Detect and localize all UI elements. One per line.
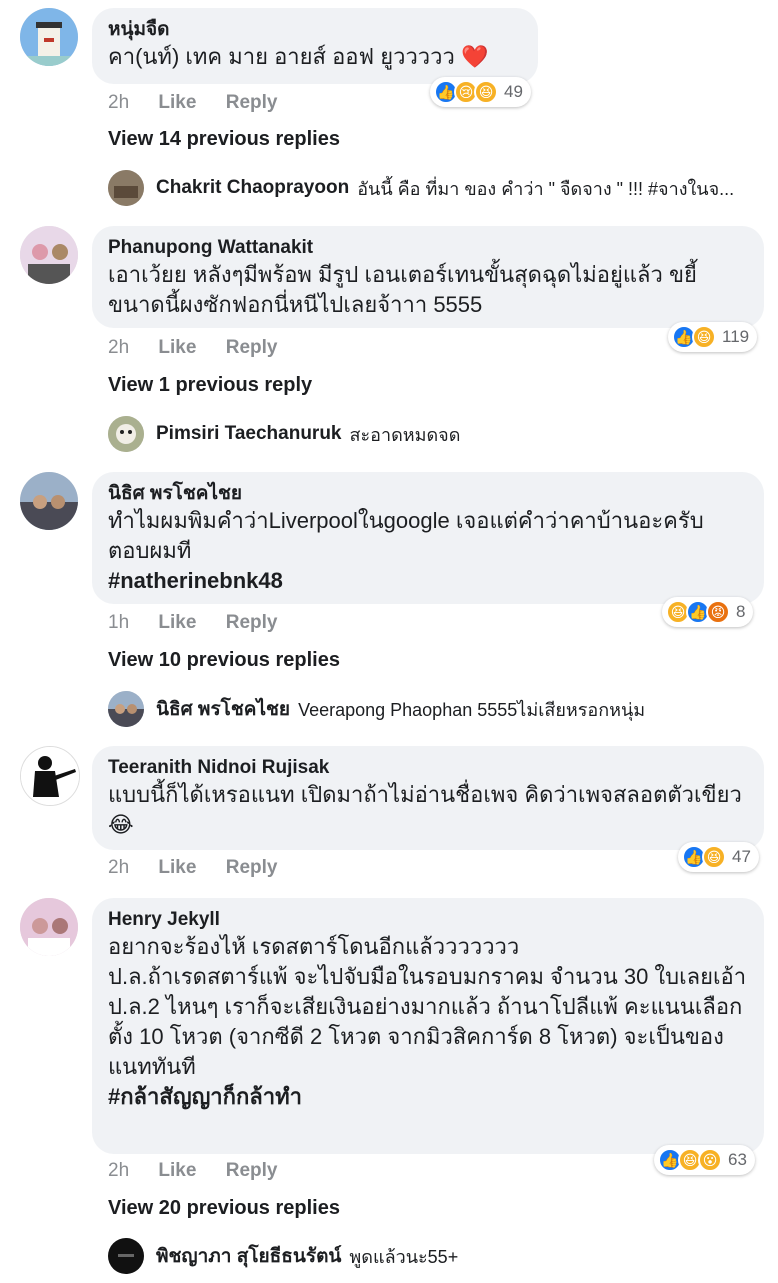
- comment-author[interactable]: Teeranith Nidnoi Rujisak: [108, 756, 748, 780]
- comment-author[interactable]: นิธิศ พรโชคไชย: [108, 482, 748, 506]
- reaction-count: 8: [736, 602, 746, 621]
- comment-text: แบบนี้ก็ได้เหรอแนท เปิดมาถ้าไม่อ่านชื่อเ…: [108, 782, 742, 837]
- laughing-emoji: 😂: [108, 812, 134, 837]
- avatar[interactable]: [20, 226, 78, 284]
- like-button[interactable]: Like: [158, 612, 196, 633]
- comment-author[interactable]: Henry Jekyll: [108, 908, 748, 932]
- reaction-summary[interactable]: 😆 👍 😡 8: [662, 597, 754, 627]
- comment-text: ทำไมผมพิมคำว่าLiverpoolในgoogle เจอแต่คำ…: [108, 508, 704, 563]
- comment-actions: 2h Like Reply: [108, 337, 301, 359]
- reply-preview[interactable]: Pimsiri Taechanuruk สะอาดหมดจด: [108, 416, 768, 452]
- heart-emoji: ❤️: [460, 44, 489, 69]
- reply-button[interactable]: Reply: [226, 612, 278, 633]
- reply-author[interactable]: นิธิศ พรโชคไชย: [156, 694, 290, 724]
- reply-preview[interactable]: นิธิศ พรโชคไชย Veerapong Phaophan 5555ไม…: [108, 691, 768, 727]
- comment-text: เอาเว้ยย หลังๆมีพร้อพ มีรูป เอนเตอร์เทนข…: [108, 262, 697, 317]
- haha-reaction-icon: 😆: [702, 845, 726, 869]
- reply-avatar[interactable]: [108, 1238, 144, 1274]
- reaction-count: 49: [504, 82, 523, 101]
- hashtag[interactable]: #natherinebnk48: [108, 566, 748, 596]
- reply-avatar[interactable]: [108, 691, 144, 727]
- comment-bubble: Henry Jekyll อยากจะร้องไห้ เรดสตาร์โดนอี…: [92, 898, 764, 1154]
- like-button[interactable]: Like: [158, 1160, 196, 1181]
- reaction-count: 119: [722, 327, 750, 346]
- avatar[interactable]: [20, 746, 80, 806]
- avatar[interactable]: [20, 472, 78, 530]
- comment-text: คา(นท์) เทค มาย อายส์ ออฟ ยูววววว ❤️: [108, 44, 489, 69]
- reply-avatar[interactable]: [108, 416, 144, 452]
- comment-actions: 2h Like Reply: [108, 92, 301, 114]
- reply-button[interactable]: Reply: [226, 92, 278, 113]
- reply-button[interactable]: Reply: [226, 857, 278, 878]
- comment-actions: 2h Like Reply: [108, 857, 301, 879]
- like-button[interactable]: Like: [158, 857, 196, 878]
- comment-bubble: Teeranith Nidnoi Rujisak แบบนี้ก็ได้เหรอ…: [92, 746, 764, 850]
- view-previous-replies[interactable]: View 10 previous replies: [108, 649, 340, 672]
- reply-author[interactable]: Chakrit Chaoprayoon: [156, 177, 349, 199]
- timestamp[interactable]: 2h: [108, 857, 129, 878]
- avatar[interactable]: [20, 8, 78, 66]
- reply-text: อันนี้ คือ ที่มา ของ คำว่า " จืดจาง " !!…: [357, 178, 735, 199]
- haha-reaction-icon: 😆: [692, 325, 716, 349]
- view-previous-replies[interactable]: View 14 previous replies: [108, 128, 340, 151]
- timestamp[interactable]: 1h: [108, 612, 129, 633]
- reaction-count: 47: [732, 847, 751, 866]
- reply-preview[interactable]: Chakrit Chaoprayoon อันนี้ คือ ที่มา ของ…: [108, 170, 768, 206]
- comment-actions: 2h Like Reply: [108, 1160, 301, 1182]
- comment-actions: 1h Like Reply: [108, 612, 301, 634]
- comment-bubble: นิธิศ พรโชคไชย ทำไมผมพิมคำว่าLiverpoolใน…: [92, 472, 764, 604]
- reply-button[interactable]: Reply: [226, 1160, 278, 1181]
- avatar[interactable]: [20, 898, 78, 956]
- reply-preview[interactable]: พิชญาภา สุโยธีธนรัตน์ พูดแล้วนะ55+: [108, 1238, 768, 1274]
- like-button[interactable]: Like: [158, 92, 196, 113]
- reaction-summary[interactable]: 👍 😢 😆 49: [430, 77, 531, 107]
- reply-text: พูดแล้วนะ55+: [349, 1246, 459, 1267]
- comment-bubble: หนุ่มจืด คา(นท์) เทค มาย อายส์ ออฟ ยูววว…: [92, 8, 538, 84]
- reply-author[interactable]: พิชญาภา สุโยธีธนรัตน์: [156, 1241, 341, 1271]
- view-previous-replies[interactable]: View 20 previous replies: [108, 1197, 340, 1220]
- reply-button[interactable]: Reply: [226, 337, 278, 358]
- comment-bubble: Phanupong Wattanakit เอาเว้ยย หลังๆมีพร้…: [92, 226, 764, 328]
- timestamp[interactable]: 2h: [108, 1160, 129, 1181]
- reply-text: Veerapong Phaophan 5555ไม่เสียหรอกหนุ่ม: [298, 699, 646, 720]
- reply-avatar[interactable]: [108, 170, 144, 206]
- like-button[interactable]: Like: [158, 337, 196, 358]
- reply-author[interactable]: Pimsiri Taechanuruk: [156, 423, 342, 445]
- angry-reaction-icon: 😡: [706, 600, 730, 624]
- comment-author[interactable]: หนุ่มจืด: [108, 18, 522, 42]
- wow-reaction-icon: 😮: [698, 1148, 722, 1172]
- reaction-summary[interactable]: 👍 😆 119: [668, 322, 758, 352]
- hashtag[interactable]: #กล้าสัญญาก็กล้าทำ: [108, 1082, 748, 1112]
- reaction-count: 63: [728, 1150, 747, 1169]
- comment-author[interactable]: Phanupong Wattanakit: [108, 236, 748, 260]
- reply-text: สะอาดหมดจด: [349, 424, 461, 445]
- timestamp[interactable]: 2h: [108, 92, 129, 113]
- view-previous-replies[interactable]: View 1 previous reply: [108, 374, 312, 397]
- reaction-summary[interactable]: 👍 😆 47: [678, 842, 759, 872]
- comment-text: อยากจะร้องไห้ เรดสตาร์โดนอีกแล้ววววววว ป…: [108, 934, 747, 1079]
- haha-reaction-icon: 😆: [474, 80, 498, 104]
- timestamp[interactable]: 2h: [108, 337, 129, 358]
- reaction-summary[interactable]: 👍 😆 😮 63: [654, 1145, 755, 1175]
